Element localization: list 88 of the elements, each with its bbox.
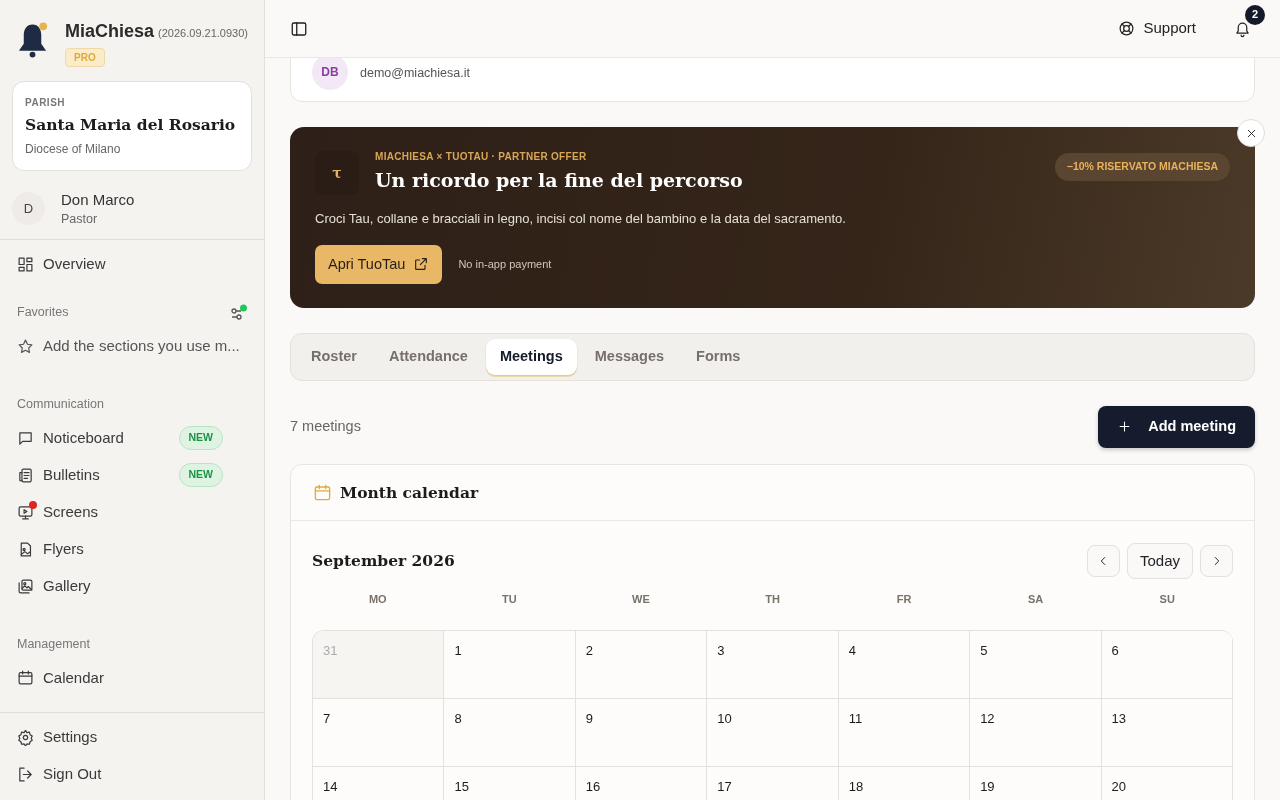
external-link-icon xyxy=(413,256,430,273)
plan-badge: PRO xyxy=(65,48,105,67)
monitor-icon xyxy=(17,503,34,521)
nav-item[interactable]: Flyers xyxy=(0,530,264,568)
parish-label: PARISH xyxy=(25,95,67,110)
weekday-label: SA xyxy=(1027,592,1045,607)
support-button[interactable]: Support xyxy=(1106,11,1208,46)
notification-count: 2 xyxy=(1245,4,1265,25)
plus-icon xyxy=(1117,419,1133,435)
bell-icon xyxy=(1234,20,1251,38)
calendar-icon xyxy=(17,669,34,687)
weekday-label: MO xyxy=(367,592,388,607)
sidebar-toggle-icon[interactable] xyxy=(290,19,308,38)
user-name: Don Marco xyxy=(61,190,135,210)
day-cell[interactable]: 4 xyxy=(838,630,971,699)
weekday-label: SU xyxy=(1158,592,1176,607)
grid-icon xyxy=(17,256,34,274)
month-title: September 2026 xyxy=(312,550,455,573)
day-cell[interactable]: 17 xyxy=(707,766,839,800)
newspaper-icon xyxy=(17,466,34,484)
weekday-label: TH xyxy=(764,592,781,607)
day-cell[interactable]: 5 xyxy=(970,630,1102,699)
day-cell[interactable]: 10 xyxy=(707,698,839,767)
version-label: (2026.09.21.0930) xyxy=(158,26,248,41)
day-cell[interactable]: 18 xyxy=(838,766,971,800)
customize-icon[interactable] xyxy=(230,304,247,321)
day-cell[interactable]: 14 xyxy=(313,766,445,800)
weekday-label: TU xyxy=(501,592,518,607)
star-icon xyxy=(17,337,34,355)
tab[interactable]: Attendance xyxy=(374,339,482,375)
payment-note: No in-app payment xyxy=(458,257,552,273)
chat-bubble-icon xyxy=(17,429,34,447)
nav-item[interactable]: Sign Out xyxy=(0,756,264,793)
new-badge: NEW xyxy=(178,463,223,487)
calendar-icon xyxy=(313,482,332,502)
profile-email: demo@miachiesa.it xyxy=(360,65,470,83)
day-cell[interactable]: 16 xyxy=(575,766,708,800)
today-button[interactable]: Today xyxy=(1126,543,1193,579)
nav-item[interactable]: Gallery xyxy=(0,567,264,605)
tab[interactable]: Messages xyxy=(580,339,679,375)
day-cell[interactable]: 7 xyxy=(313,698,445,767)
day-cell[interactable]: 3 xyxy=(707,630,839,699)
day-cell[interactable]: 20 xyxy=(1101,766,1233,800)
day-cell[interactable]: 1 xyxy=(444,630,576,699)
section-heading: Communication xyxy=(16,395,105,413)
meeting-count: 7 meetings xyxy=(290,417,361,436)
day-cell[interactable]: 15 xyxy=(444,766,576,800)
day-cell[interactable]: 13 xyxy=(1101,698,1233,767)
section-heading: Management xyxy=(16,635,91,653)
close-button[interactable] xyxy=(1237,119,1265,147)
parish-name: Santa Maria del Rosario xyxy=(25,113,237,136)
nav-item[interactable]: Calendar xyxy=(0,659,264,697)
favorites-hint: Add the sections you use m... xyxy=(43,336,240,357)
nav-item[interactable]: Settings xyxy=(0,719,264,756)
new-badge: NEW xyxy=(178,426,223,450)
app-name: MiaChiesa xyxy=(65,20,155,43)
day-cell[interactable]: 8 xyxy=(444,698,576,767)
user-avatar: D xyxy=(12,192,45,226)
day-cell[interactable]: 9 xyxy=(575,698,708,767)
tab[interactable]: Meetings xyxy=(485,339,577,375)
discount-badge: −10% RISERVATO MIACHIESA xyxy=(1054,153,1230,181)
day-cell[interactable]: 2 xyxy=(575,630,708,699)
promo-eyebrow: MIACHIESA × TUOTAU · PARTNER OFFER xyxy=(375,150,588,164)
nav-item[interactable]: Overview xyxy=(0,246,264,284)
add-meeting-button[interactable]: Add meeting xyxy=(1098,406,1255,448)
tab[interactable]: Forms xyxy=(682,339,755,375)
day-cell[interactable]: 12 xyxy=(970,698,1102,767)
diocese-name: Diocese of Milano xyxy=(25,140,122,158)
day-cell[interactable]: 11 xyxy=(838,698,971,767)
promo-title: Un ricordo per la fine del percorso xyxy=(375,168,744,193)
day-cell[interactable]: 6 xyxy=(1101,630,1233,699)
promo-text: Croci Tau, collane e bracciali in legno, incisi col nome del bambino e la data del sacramento. xyxy=(315,210,847,228)
nav-item[interactable]: Noticeboard NEW xyxy=(0,419,264,457)
nav-item[interactable]: Screens xyxy=(0,493,264,531)
open-tuotau-button[interactable]: Apri TuoTau xyxy=(315,244,443,285)
card-title: Month calendar xyxy=(340,481,479,504)
partner-logo: τ xyxy=(315,151,359,195)
day-cell[interactable]: 19 xyxy=(970,766,1102,800)
settings-icon xyxy=(17,729,34,746)
weekday-label: WE xyxy=(631,592,651,607)
image-stack-icon xyxy=(17,577,34,595)
lifebuoy-icon xyxy=(1118,20,1136,37)
section-heading: Favorites xyxy=(17,304,69,322)
weekday-label: FR xyxy=(895,592,913,607)
user-role: Pastor xyxy=(61,211,99,228)
sign-out-icon xyxy=(17,766,34,783)
tab[interactable]: Roster xyxy=(297,339,371,375)
nav-item[interactable]: Bulletins NEW xyxy=(0,456,264,494)
